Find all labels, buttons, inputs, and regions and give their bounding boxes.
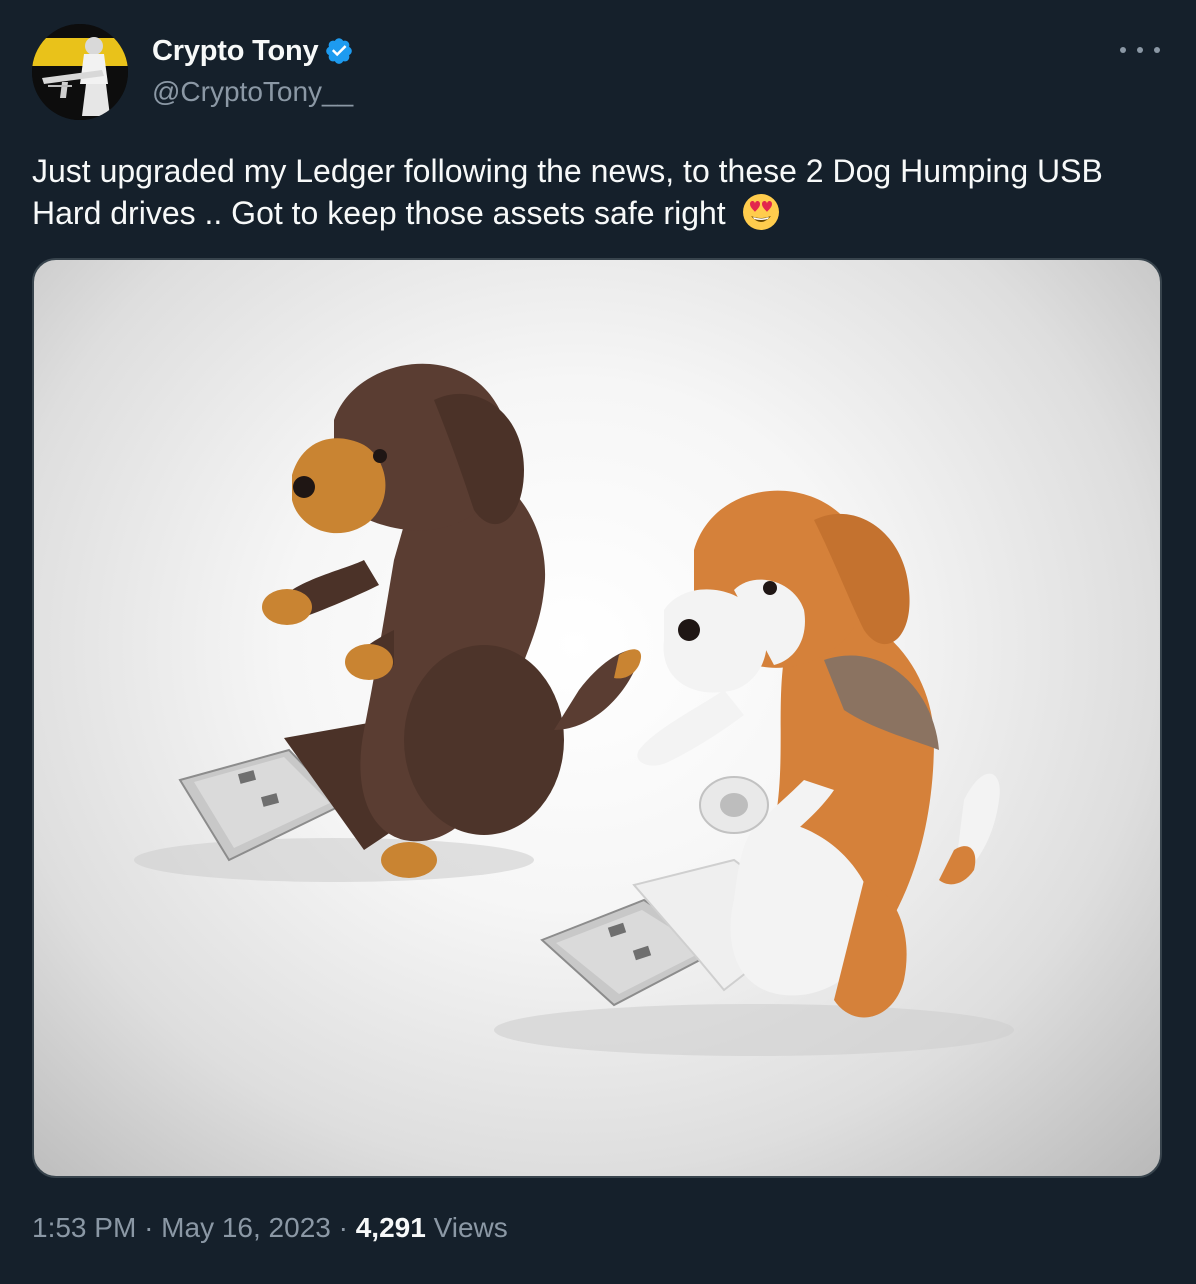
views-label: Views (433, 1212, 508, 1243)
heart-eyes-emoji (742, 194, 779, 230)
more-dots-icon (1120, 47, 1126, 53)
tweet-photo[interactable] (32, 258, 1162, 1178)
display-name[interactable]: Crypto Tony (152, 35, 319, 68)
tweet-card: Crypto Tony @CryptoTony__ Just upgraded … (0, 0, 1196, 1284)
more-dots-icon (1154, 47, 1160, 53)
display-name-row: Crypto Tony (152, 32, 354, 70)
views-count[interactable]: 4,291 (356, 1212, 426, 1243)
tweet-meta: 1:53 PM · May 16, 2023 · 4,291 Views (32, 1212, 508, 1244)
verified-badge-icon[interactable] (324, 36, 354, 66)
usb-dogs-photo (134, 363, 1014, 1056)
tweet-body: Just upgraded my Ledger following the ne… (32, 153, 1103, 231)
handle[interactable]: @CryptoTony__ (152, 76, 354, 108)
more-dots-icon (1137, 47, 1143, 53)
author-block: Crypto Tony @CryptoTony__ (152, 32, 354, 108)
tweet-date[interactable]: May 16, 2023 (161, 1212, 331, 1243)
tweet-time[interactable]: 1:53 PM (32, 1212, 136, 1243)
meta-separator: · (338, 1212, 348, 1243)
avatar[interactable] (32, 24, 128, 120)
more-options-button[interactable] (1120, 40, 1160, 60)
meta-separator: · (144, 1212, 154, 1243)
tweet-text: Just upgraded my Ledger following the ne… (32, 150, 1152, 234)
avatar-icon (32, 24, 128, 120)
